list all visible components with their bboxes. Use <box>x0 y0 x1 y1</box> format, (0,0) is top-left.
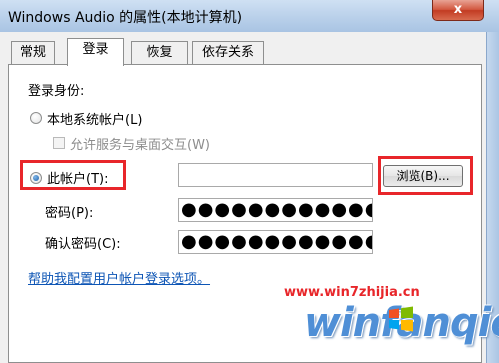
password-label: 密码(P): <box>45 206 94 221</box>
account-input[interactable] <box>178 163 373 187</box>
confirm-password-label: 确认密码(C): <box>45 237 121 252</box>
tab-logon[interactable]: 登录 <box>67 38 124 66</box>
close-icon: x <box>453 2 463 17</box>
local-system-radio[interactable] <box>30 112 42 124</box>
watermark-url: www.win7zhijia.cn <box>284 285 420 300</box>
confirm-password-field[interactable]: ●●●●●●●●●●●●●●● <box>178 230 373 254</box>
highlight-browse-button <box>378 156 473 195</box>
highlight-this-account <box>20 160 126 190</box>
logon-as-label: 登录身份: <box>28 84 85 99</box>
title-bar[interactable]: Windows Audio 的属性(本地计算机) x <box>0 0 499 33</box>
interact-desktop-label: 允许服务与桌面交互(W) <box>70 138 210 153</box>
windows-logo-icon <box>389 306 413 332</box>
password-field[interactable]: ●●●●●●●●●●●●●●● <box>178 198 373 222</box>
window-title: Windows Audio 的属性(本地计算机) <box>8 10 243 26</box>
help-link[interactable]: 帮助我配置用户帐户登录选项。 <box>28 268 210 287</box>
tab-general[interactable]: 常规 <box>11 41 55 64</box>
interact-desktop-checkbox[interactable] <box>53 137 65 149</box>
close-button[interactable]: x <box>432 0 484 21</box>
tab-recovery[interactable]: 恢复 <box>131 41 188 64</box>
local-system-label: 本地系统帐户(L) <box>47 113 143 128</box>
tab-dependencies[interactable]: 依存关系 <box>192 41 264 64</box>
